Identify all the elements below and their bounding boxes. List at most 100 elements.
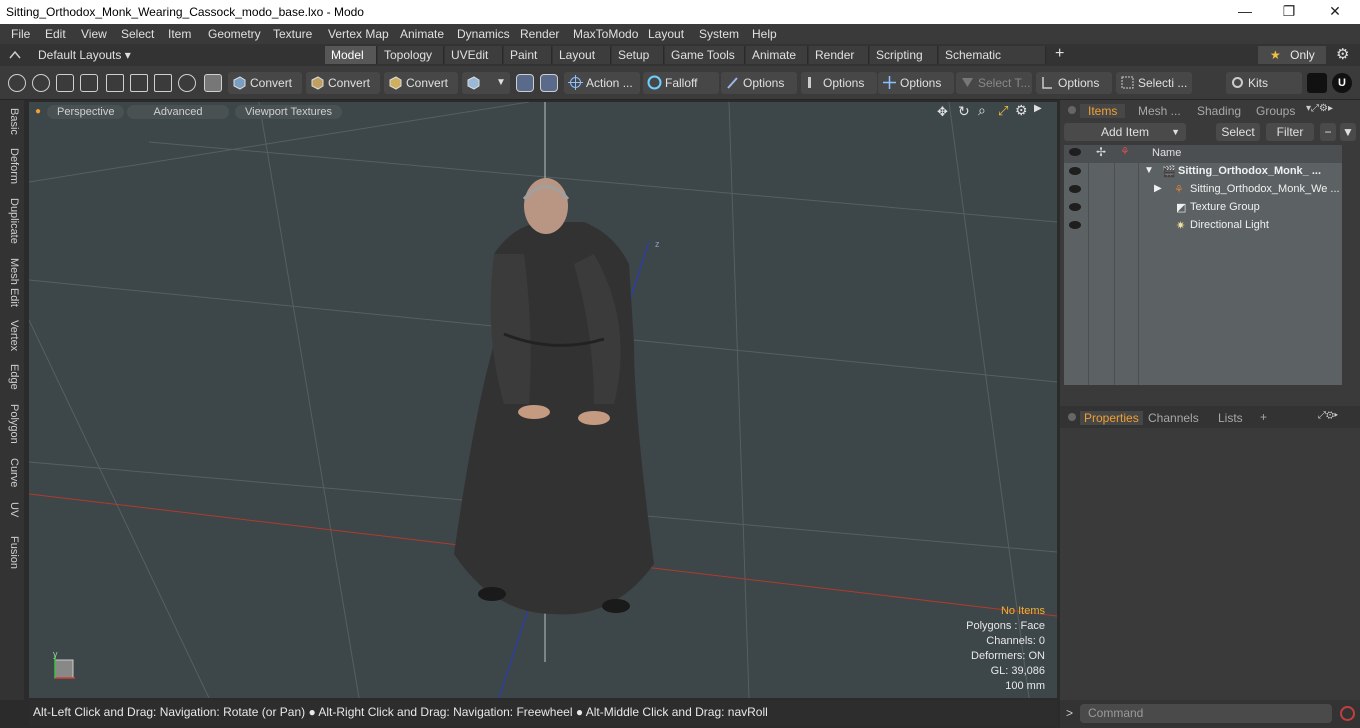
- select-through-button[interactable]: Select T...: [956, 72, 1032, 94]
- tab-animate[interactable]: Animate: [746, 46, 808, 64]
- symmetry-icon[interactable]: [516, 74, 534, 92]
- close-button[interactable]: ✕: [1312, 0, 1358, 24]
- list-item-scene[interactable]: ▼ 🎬 Sitting_Orthodox_Monk_ ...: [1064, 163, 1342, 181]
- viewport-tab-perspective[interactable]: Perspective: [47, 105, 125, 119]
- left-tab-vertex[interactable]: Vertex: [4, 320, 20, 351]
- add-item-button[interactable]: Add Item ▼: [1064, 123, 1186, 141]
- left-tab-curve[interactable]: Curve: [4, 458, 20, 487]
- menu-texture[interactable]: Texture: [273, 27, 312, 41]
- viewport-settings-icon[interactable]: ⚙: [1015, 102, 1028, 119]
- item-select-icon[interactable]: [154, 74, 172, 92]
- tab-items[interactable]: Items: [1080, 104, 1126, 118]
- menu-dynamics[interactable]: Dynamics: [457, 27, 510, 41]
- polygon-select-icon[interactable]: [130, 74, 148, 92]
- menu-item[interactable]: Item: [168, 27, 191, 41]
- pan-icon[interactable]: ✥: [937, 104, 948, 120]
- menu-render[interactable]: Render: [520, 27, 559, 41]
- left-tab-polygon[interactable]: Polygon: [4, 404, 20, 444]
- list-item-texture-group[interactable]: ◩ Texture Group: [1064, 199, 1342, 217]
- tab-shading[interactable]: Shading: [1197, 104, 1241, 118]
- unity-icon[interactable]: [1307, 73, 1327, 93]
- left-tab-uv[interactable]: UV: [4, 502, 20, 517]
- menu-system[interactable]: System: [699, 27, 739, 41]
- action-center-button[interactable]: Action ...: [564, 72, 640, 94]
- command-input[interactable]: Command: [1080, 704, 1332, 723]
- list-item-mesh[interactable]: ▶ ⚘ Sitting_Orthodox_Monk_We ...: [1064, 181, 1342, 199]
- name-column-header[interactable]: Name: [1152, 147, 1181, 159]
- filter-button[interactable]: Filter: [1266, 123, 1314, 141]
- left-tab-duplicate[interactable]: Duplicate: [4, 198, 20, 244]
- tab-layout[interactable]: Layout: [553, 46, 611, 64]
- vertex-select-icon[interactable]: [8, 74, 26, 92]
- selection-sets-button[interactable]: Selecti ...: [1116, 72, 1192, 94]
- tab-setup[interactable]: Setup: [612, 46, 664, 64]
- globe-icon[interactable]: [32, 74, 50, 92]
- falloff-button[interactable]: Falloff: [643, 72, 719, 94]
- edge-select-icon[interactable]: [106, 74, 124, 92]
- mesh-dropdown[interactable]: ▼: [462, 72, 510, 94]
- settings-gear-icon[interactable]: ⚙: [1336, 45, 1349, 63]
- menu-view[interactable]: View: [81, 27, 107, 41]
- left-tab-mesh-edit[interactable]: Mesh Edit: [4, 258, 20, 307]
- eye-icon[interactable]: [1069, 185, 1081, 193]
- snap-options-button[interactable]: Options: [801, 72, 877, 94]
- tab-game-tools[interactable]: Game Tools: [665, 46, 745, 64]
- expand-icon[interactable]: ▶: [1154, 183, 1162, 194]
- menu-edit[interactable]: Edit: [45, 27, 66, 41]
- menu-geometry[interactable]: Geometry: [208, 27, 261, 41]
- eye-icon[interactable]: [1069, 167, 1081, 175]
- tab-topology[interactable]: Topology: [378, 46, 444, 64]
- left-tab-fusion[interactable]: Fusion: [4, 536, 20, 569]
- eye-icon[interactable]: [1069, 221, 1081, 229]
- only-toggle[interactable]: ★ Only: [1258, 46, 1326, 64]
- tab-schematic-fusion[interactable]: Schematic Fusion: [939, 46, 1046, 80]
- maximize-button[interactable]: ❐: [1266, 0, 1312, 24]
- menu-file[interactable]: File: [11, 27, 30, 41]
- menu-select[interactable]: Select: [121, 27, 154, 41]
- tab-model[interactable]: Model: [325, 46, 377, 64]
- transform-options-button[interactable]: Options: [878, 72, 954, 94]
- tab-render[interactable]: Render: [809, 46, 869, 64]
- funnel-icon[interactable]: ▼: [1340, 123, 1356, 141]
- left-tab-deform[interactable]: Deform: [4, 148, 20, 184]
- tab-groups[interactable]: Groups: [1256, 104, 1295, 118]
- unreal-icon[interactable]: U: [1332, 73, 1352, 93]
- select-options-button[interactable]: Options: [1036, 72, 1112, 94]
- viewport-expand-icon[interactable]: ▶: [1034, 103, 1042, 114]
- material-select-icon[interactable]: [178, 74, 196, 92]
- convert-button-1[interactable]: Convert: [228, 72, 302, 94]
- 3d-viewport[interactable]: z ● Perspective Advanced Viewport Textur…: [29, 102, 1057, 698]
- zoom-icon[interactable]: ⌕: [978, 102, 986, 119]
- convert-button-3[interactable]: Convert: [384, 72, 458, 94]
- tab-mesh[interactable]: Mesh ...: [1138, 104, 1181, 118]
- list-item-directional-light[interactable]: ✷ Directional Light: [1064, 217, 1342, 235]
- tab-scripting[interactable]: Scripting: [870, 46, 938, 64]
- shield-icon[interactable]: [204, 74, 222, 92]
- menu-layout[interactable]: Layout: [648, 27, 684, 41]
- pen-icon[interactable]: [56, 74, 74, 92]
- rotate-icon[interactable]: ↻: [958, 103, 970, 120]
- panel-menu-icon[interactable]: ⤢⚙▸: [1318, 410, 1338, 421]
- viewport-tab-advanced[interactable]: Advanced: [127, 105, 229, 119]
- collapse-all-icon[interactable]: −: [1320, 123, 1336, 141]
- menu-vertex-map[interactable]: Vertex Map: [328, 27, 389, 41]
- monk-model[interactable]: [434, 174, 674, 634]
- expand-icon[interactable]: ▼: [1144, 165, 1154, 176]
- menu-animate[interactable]: Animate: [400, 27, 444, 41]
- brush-icon[interactable]: [80, 74, 98, 92]
- eye-icon[interactable]: [1069, 203, 1081, 211]
- add-panel-tab-button[interactable]: +: [1260, 410, 1267, 424]
- add-tab-button[interactable]: +: [1055, 45, 1064, 63]
- collapse-icon[interactable]: [9, 50, 21, 60]
- tab-lists[interactable]: Lists: [1218, 411, 1243, 425]
- layouts-dropdown[interactable]: Default Layouts ▾: [38, 48, 131, 62]
- tab-paint[interactable]: Paint: [504, 46, 552, 64]
- kits-button[interactable]: Kits: [1226, 72, 1302, 94]
- panel-menu-icon[interactable]: ▾⤢⚙▸: [1306, 103, 1333, 114]
- minimize-button[interactable]: —: [1222, 0, 1268, 24]
- viewport-tab-textures[interactable]: Viewport Textures: [235, 105, 343, 119]
- workplane-icon[interactable]: [540, 74, 558, 92]
- menu-maxtomodo[interactable]: MaxToModo: [573, 27, 638, 41]
- maximize-viewport-icon[interactable]: ⤢: [998, 103, 1008, 119]
- left-tab-edge[interactable]: Edge: [4, 364, 20, 390]
